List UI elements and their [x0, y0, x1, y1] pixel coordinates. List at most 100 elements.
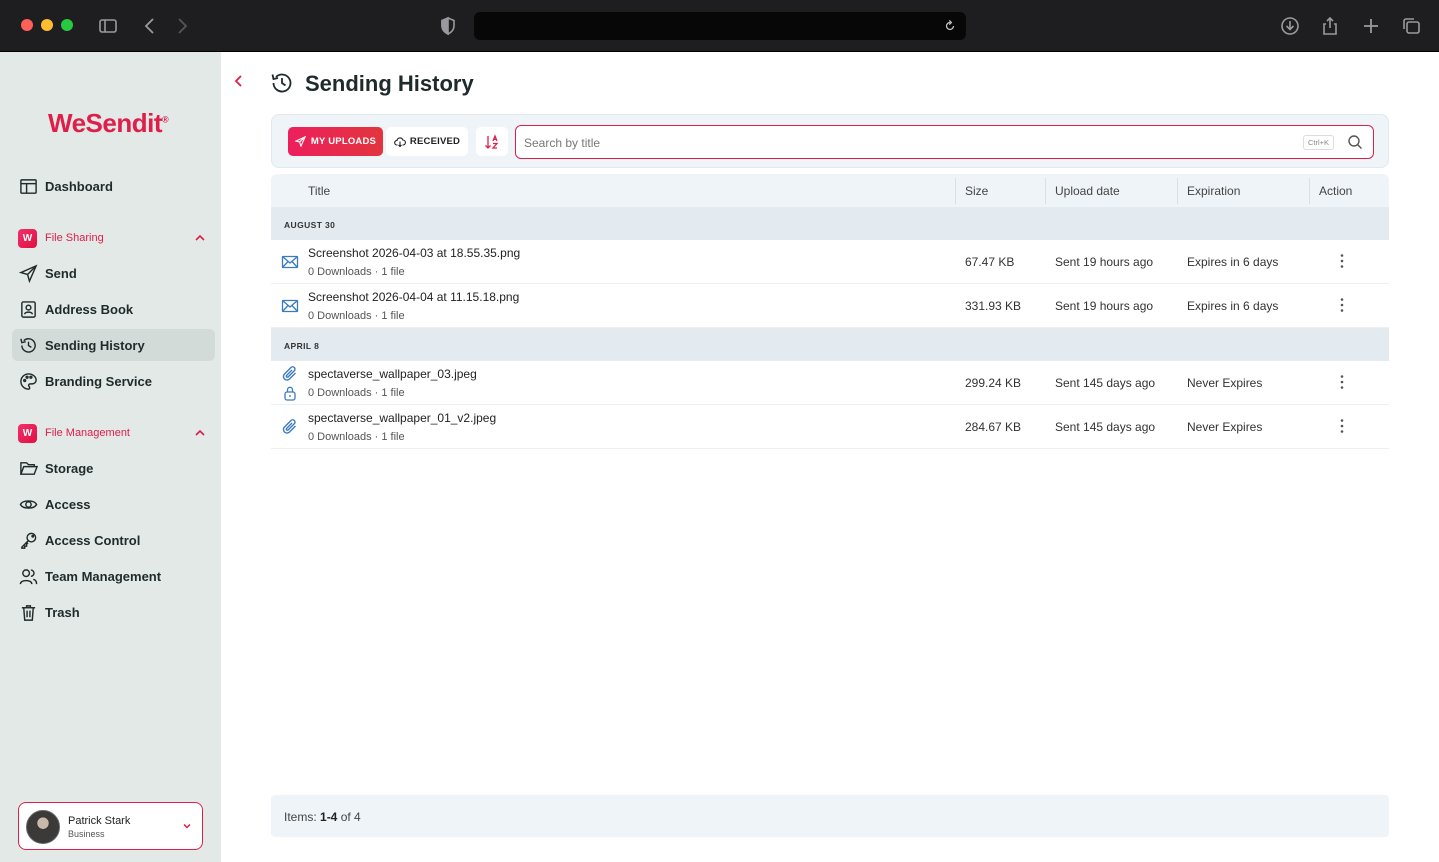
- paperclip-icon: [282, 366, 296, 381]
- sidebar-item-storage[interactable]: Storage: [12, 452, 215, 484]
- upload-date: Sent 19 hours ago: [1055, 255, 1154, 269]
- sidebar-item-access-control[interactable]: Access Control: [12, 524, 215, 556]
- column-action: Action: [1319, 184, 1353, 198]
- address-bar[interactable]: [474, 12, 966, 40]
- new-tab-icon[interactable]: [1359, 14, 1383, 38]
- sending-history-table: Title Size Upload date Expiration Action…: [271, 174, 1389, 449]
- file-meta: 0 Downloads · 1 file: [308, 266, 405, 278]
- table-row[interactable]: spectaverse_wallpaper_01_v2.jpeg 0 Downl…: [271, 405, 1389, 449]
- expiration: Expires in 6 days: [1187, 299, 1279, 313]
- date-group-header: AUGUST 30: [271, 207, 1389, 240]
- sort-alpha-icon: [485, 133, 499, 149]
- more-vertical-icon[interactable]: [1334, 373, 1350, 391]
- tab-my-uploads[interactable]: MY UPLOADS: [288, 127, 383, 156]
- file-size: 67.47 KB: [965, 255, 1015, 269]
- sidebar-item-dashboard[interactable]: Dashboard: [12, 170, 215, 202]
- chevron-down-icon[interactable]: [181, 820, 193, 832]
- reload-icon[interactable]: [940, 16, 960, 36]
- expiration: Never Expires: [1187, 420, 1263, 434]
- file-title[interactable]: spectaverse_wallpaper_01_v2.jpeg: [308, 411, 496, 425]
- back-arrow-icon[interactable]: [138, 14, 162, 38]
- chevron-up-icon[interactable]: [193, 231, 207, 245]
- eye-icon: [18, 494, 38, 514]
- file-size: 299.24 KB: [965, 376, 1022, 390]
- wesendit-badge-icon: W: [18, 423, 37, 443]
- sidebar-item-send[interactable]: Send: [12, 257, 215, 289]
- share-icon[interactable]: [1318, 14, 1342, 38]
- browser-toolbar: [0, 0, 1439, 52]
- column-expiration[interactable]: Expiration: [1187, 184, 1240, 198]
- upload-date: Sent 19 hours ago: [1055, 299, 1154, 313]
- more-vertical-icon[interactable]: [1334, 417, 1350, 435]
- sidebar-item-label: Storage: [45, 460, 94, 476]
- table-row[interactable]: spectaverse_wallpaper_03.jpeg 0 Download…: [271, 361, 1389, 405]
- minimize-window-button[interactable]: [41, 19, 53, 31]
- items-count: Items: 1-4 of 4: [284, 810, 361, 824]
- file-title[interactable]: Screenshot 2026-04-03 at 18.55.35.png: [308, 246, 520, 260]
- paper-plane-icon: [18, 263, 38, 283]
- sidebar-item-branding-service[interactable]: Branding Service: [12, 365, 215, 397]
- section-file-management[interactable]: W File Management: [12, 420, 215, 446]
- user-menu[interactable]: Patrick Stark Business: [18, 802, 203, 850]
- expiration: Never Expires: [1187, 376, 1263, 390]
- expiration: Expires in 6 days: [1187, 255, 1279, 269]
- palette-icon: [18, 371, 38, 391]
- sidebar-item-access[interactable]: Access: [12, 488, 215, 520]
- sidebar-item-sending-history[interactable]: Sending History: [12, 329, 215, 361]
- folder-open-icon: [18, 458, 38, 478]
- tab-label: MY UPLOADS: [310, 136, 377, 147]
- wesendit-badge-icon: W: [18, 228, 37, 248]
- table-row[interactable]: Screenshot 2026-04-03 at 18.55.35.png 0 …: [271, 240, 1389, 284]
- more-vertical-icon[interactable]: [1334, 296, 1350, 314]
- file-meta: 0 Downloads · 1 file: [308, 431, 405, 443]
- contact-book-icon: [18, 299, 38, 319]
- more-vertical-icon[interactable]: [1334, 252, 1350, 270]
- file-title[interactable]: Screenshot 2026-04-04 at 11.15.18.png: [308, 290, 519, 304]
- page-title: Sending History: [305, 71, 474, 96]
- wesendit-logo[interactable]: WeSendit®: [48, 108, 169, 139]
- sidebar-item-team-management[interactable]: Team Management: [12, 560, 215, 592]
- table-header: Title Size Upload date Expiration Action: [271, 174, 1389, 207]
- section-label: File Sharing: [45, 232, 104, 244]
- paperclip-icon: [282, 419, 296, 434]
- cloud-download-icon: [394, 136, 406, 147]
- file-meta: 0 Downloads · 1 file: [308, 387, 405, 399]
- file-meta: 0 Downloads · 1 file: [308, 310, 405, 322]
- users-icon: [18, 566, 38, 586]
- tabs-overview-icon[interactable]: [1399, 14, 1423, 38]
- search-icon[interactable]: [1347, 134, 1363, 150]
- sidebar-item-label: Address Book: [45, 301, 134, 317]
- trash-icon: [18, 602, 38, 622]
- sidebar-item-label: Send: [45, 265, 77, 281]
- maximize-window-button[interactable]: [61, 19, 73, 31]
- sort-button[interactable]: [476, 127, 508, 156]
- section-file-sharing[interactable]: W File Sharing: [12, 225, 215, 251]
- sidebar-toggle-icon[interactable]: [96, 14, 120, 38]
- forward-arrow-icon[interactable]: [170, 14, 194, 38]
- mail-icon: [281, 299, 299, 313]
- search-box[interactable]: Ctrl+K: [515, 125, 1374, 159]
- collapse-sidebar-icon[interactable]: [231, 72, 247, 90]
- file-title[interactable]: spectaverse_wallpaper_03.jpeg: [308, 367, 477, 381]
- tab-received[interactable]: RECEIVED: [386, 127, 468, 156]
- close-window-button[interactable]: [21, 19, 33, 31]
- table-row[interactable]: Screenshot 2026-04-04 at 11.15.18.png 0 …: [271, 284, 1389, 328]
- sidebar-item-label: Access Control: [45, 532, 141, 548]
- sidebar-item-address-book[interactable]: Address Book: [12, 293, 215, 325]
- upload-date: Sent 145 days ago: [1055, 376, 1156, 390]
- download-icon[interactable]: [1278, 14, 1302, 38]
- filter-bar: MY UPLOADS RECEIVED Ctrl+K: [271, 114, 1389, 168]
- column-title[interactable]: Title: [308, 184, 330, 198]
- sidebar-item-trash[interactable]: Trash: [12, 596, 215, 628]
- chevron-up-icon[interactable]: [193, 426, 207, 440]
- column-upload-date[interactable]: Upload date: [1055, 184, 1120, 198]
- search-input[interactable]: [524, 133, 1284, 153]
- sidebar-item-label: Trash: [45, 604, 80, 620]
- key-icon: [18, 530, 38, 550]
- shield-icon[interactable]: [436, 14, 460, 38]
- file-size: 284.67 KB: [965, 420, 1022, 434]
- avatar: [26, 810, 60, 844]
- history-icon: [271, 73, 292, 93]
- lock-icon: [284, 386, 296, 401]
- column-size[interactable]: Size: [965, 184, 988, 198]
